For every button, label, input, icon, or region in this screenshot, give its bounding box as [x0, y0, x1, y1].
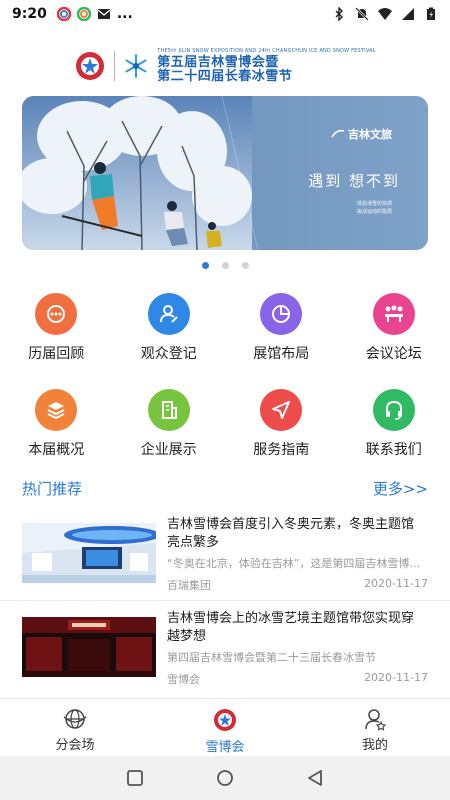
grid-item-label: 本届概况 — [28, 442, 85, 458]
news-item[interactable]: 吉林雪博会首度引入冬奥元素，冬奥主题馆亮点繁多 “冬奥在北京，体验在吉林”，这是… — [0, 510, 450, 600]
status-bar: 9:20 ... — [0, 0, 450, 28]
globe-icon — [63, 709, 87, 729]
banner-slogan: 遇到 想不到 — [308, 172, 400, 190]
grid-item-companies[interactable]: 企业展示 — [113, 389, 226, 459]
grid-item-label: 会议论坛 — [365, 346, 422, 362]
profile-icon — [365, 709, 387, 731]
pagination-dot[interactable] — [221, 262, 229, 269]
mute-icon — [355, 7, 369, 21]
grid-item-service-guide[interactable]: 服务指南 — [225, 389, 338, 459]
feature-grid-row-1: 历届回顾 观众登记 展馆布局 会议论坛 — [0, 293, 450, 363]
battery-icon — [427, 7, 435, 20]
system-nav-bar — [0, 756, 450, 800]
expo-logo-icon — [214, 709, 236, 731]
wifi-icon — [378, 8, 392, 20]
pagination-dot[interactable] — [201, 262, 209, 269]
grid-item-label: 服务指南 — [253, 442, 310, 458]
grid-item-history[interactable]: 历届回顾 — [0, 293, 113, 363]
pagination-dot[interactable] — [241, 262, 249, 269]
tab-label: 分会场 — [55, 738, 95, 753]
system-icons — [332, 7, 438, 21]
grid-item-forum[interactable]: 会议论坛 — [338, 293, 450, 363]
grid-item-label: 联系我们 — [365, 442, 422, 458]
grid-item-contact[interactable]: 联系我们 — [338, 389, 450, 459]
expo-title-line1: 第五届吉林雪博会暨 — [157, 54, 279, 70]
banner-subtitle-2: 挑战运动的极限 — [356, 209, 392, 215]
section-title: 热门推荐 — [22, 480, 83, 498]
navigation-icon — [260, 389, 303, 431]
expo-title-en: THE5th JILIN SNOW EXPOSITION AND 24th CH… — [157, 47, 376, 54]
pie-chart-icon — [260, 293, 303, 335]
grid-item-label: 观众登记 — [140, 346, 197, 362]
status-time: 9:20 — [12, 6, 47, 22]
news-date: 2020-11-17 — [364, 671, 428, 684]
grid-item-layout[interactable]: 展馆布局 — [225, 293, 338, 363]
news-thumbnail — [22, 523, 156, 583]
headset-icon — [372, 389, 415, 431]
news-date: 2020-11-17 — [364, 577, 428, 590]
expo-title-line2: 第二十四届长春冰雪节 — [157, 68, 293, 84]
grid-item-overview[interactable]: 本届概况 — [0, 389, 113, 459]
banner-pagination — [0, 262, 450, 269]
news-source: 百瑞集团 — [167, 579, 211, 592]
news-title: 吉林雪博会上的冰雪艺境主题馆带您实现穿越梦想 — [167, 611, 415, 644]
bluetooth-icon — [335, 7, 343, 21]
banner-brand-text: 吉林文旅 — [348, 128, 392, 141]
home-icon[interactable] — [216, 769, 234, 787]
tab-sub-venues[interactable]: 分会场 — [0, 699, 150, 756]
recents-icon[interactable] — [126, 769, 144, 787]
app-notification-icon — [56, 7, 71, 21]
news-thumbnail — [22, 617, 156, 677]
news-source: 雪博会 — [167, 673, 200, 686]
header-divider — [114, 51, 116, 81]
expo-header: THE5th JILIN SNOW EXPOSITION AND 24th CH… — [0, 44, 450, 88]
mail-icon — [97, 9, 111, 19]
more-link[interactable]: 更多>> — [373, 478, 428, 499]
tab-snow-expo[interactable]: 雪博会 — [150, 699, 300, 756]
tab-label: 雪博会 — [205, 740, 245, 755]
grid-item-label: 展馆布局 — [253, 346, 310, 362]
notification-icons: ... — [56, 6, 133, 22]
news-summary: 第四届吉林雪博会暨第二十三届长春冰雪节 — [167, 651, 376, 664]
banner-subtitle-1: 体验滑雪的快感 — [356, 201, 392, 207]
news-divider — [0, 600, 450, 601]
news-title: 吉林雪博会首度引入冬奥元素，冬奥主题馆亮点繁多 — [167, 517, 415, 550]
banner-brand: 吉林文旅 — [331, 126, 392, 142]
grid-item-label: 历届回顾 — [28, 346, 85, 362]
tab-mine[interactable]: 我的 — [300, 699, 450, 756]
user-register-icon — [147, 293, 190, 335]
signal-icon — [402, 8, 414, 20]
brand-swoosh-icon — [331, 129, 345, 138]
layers-icon — [35, 389, 78, 431]
more-notifications: ... — [116, 6, 133, 22]
hot-recommend-header: 热门推荐 更多>> — [22, 478, 428, 499]
bottom-tab-bar: 分会场 雪博会 我的 — [0, 698, 450, 756]
promo-banner[interactable]: 吉林文旅 遇到 想不到 体验滑雪的快感 挑战运动的极限 — [22, 96, 428, 250]
meeting-icon — [372, 293, 415, 335]
snowflake-logo-icon — [125, 54, 147, 78]
grid-item-label: 企业展示 — [140, 442, 197, 458]
jilin-expo-logo-icon — [76, 52, 105, 80]
news-summary: “冬奥在北京，体验在吉林”，这是第四届吉林雪博会的主题 — [167, 557, 422, 570]
feature-grid-row-2: 本届概况 企业展示 服务指南 联系我们 — [0, 389, 450, 459]
history-icon — [35, 293, 78, 335]
building-icon — [147, 389, 190, 431]
expo-titles: THE5th JILIN SNOW EXPOSITION AND 24th CH… — [157, 47, 376, 84]
grid-item-register[interactable]: 观众登记 — [113, 293, 226, 363]
news-item[interactable]: 吉林雪博会上的冰雪艺境主题馆带您实现穿越梦想 第四届吉林雪博会暨第二十三届长春冰… — [0, 604, 450, 694]
tab-label: 我的 — [361, 738, 388, 753]
back-icon[interactable] — [306, 769, 324, 787]
app-notification-icon — [76, 7, 91, 21]
